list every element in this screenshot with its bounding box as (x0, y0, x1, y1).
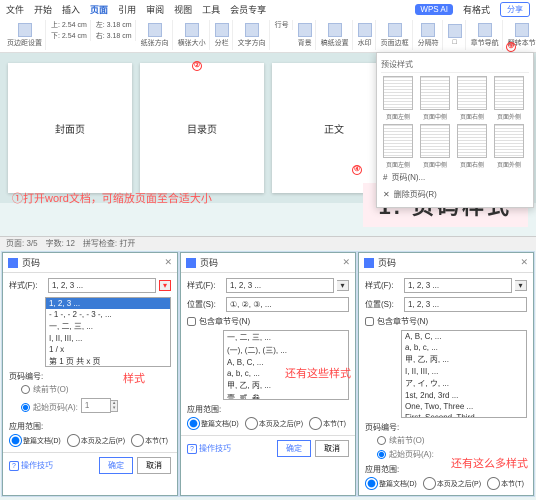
page-thumb[interactable]: 封面页 (8, 63, 132, 193)
continue-radio[interactable] (377, 436, 386, 445)
include-chapter[interactable] (365, 317, 374, 326)
include-chapter[interactable] (187, 317, 196, 326)
menu-review[interactable]: 审阅 (146, 3, 164, 16)
ribbon-margin[interactable]: 上: 2.54 cm下: 2.54 cm (48, 20, 91, 41)
pagenum-dialog-2: 页码✕ 样式(F):1, 2, 3 ...▾ 位置(S):①, ②, ③, ..… (180, 252, 356, 496)
style-thumb[interactable]: 页面左侧 (381, 76, 415, 121)
scope-doc[interactable] (187, 417, 200, 430)
menu-bar: 文件 开始 插入 页面 引用 审阅 视图 工具 会员专享 WPS AI 有格式 … (0, 0, 536, 18)
dialog-title: 页码 (200, 256, 218, 269)
ribbon-break[interactable]: 分隔符 (415, 20, 443, 50)
close-icon[interactable]: ✕ (520, 257, 528, 268)
style-thumb[interactable]: 页面右侧 (455, 124, 489, 169)
pagenum-style-popup: 预设样式 页面左侧 页面中侧 页面右侧 页面外侧 页面左侧 页面中侧 页面右侧 … (376, 52, 534, 208)
start-value[interactable]: 1 (81, 398, 111, 413)
tips-link[interactable]: ?操作技巧 (9, 460, 53, 471)
format-toggle[interactable]: 有格式 (463, 3, 490, 16)
menu-vip[interactable]: 会员专享 (230, 3, 266, 16)
popup-delete-link[interactable]: ✕删除页码(R) (381, 186, 529, 203)
continue-radio[interactable] (21, 385, 30, 394)
style-thumb[interactable]: 页面中侧 (418, 124, 452, 169)
scope-this[interactable] (487, 477, 500, 490)
scope-this[interactable] (309, 417, 322, 430)
close-icon[interactable]: ✕ (164, 257, 172, 268)
step-marker-4: ④ (352, 165, 362, 175)
style-thumb[interactable]: 页面中侧 (418, 76, 452, 121)
format-select[interactable]: 1, 2, 3 ... (404, 278, 512, 293)
ribbon-lineno[interactable]: 行号 (272, 20, 293, 30)
dialog-row: 页码✕ 样式(F):1, 2, 3 ...▾ 1, 2, 3 ...- 1 -,… (0, 252, 536, 496)
ribbon-textdir[interactable]: 文字方向 (235, 20, 270, 50)
annotation-label: 还有这么多样式 (451, 455, 528, 471)
share-button[interactable]: 分享 (500, 2, 530, 17)
scope-after[interactable] (67, 434, 80, 447)
start-radio[interactable] (21, 403, 30, 412)
ribbon-paper[interactable]: 稿纸设置 (318, 20, 353, 50)
style-thumb[interactable]: 页面外侧 (492, 76, 526, 121)
ribbon-watermark[interactable]: 水印 (355, 20, 376, 50)
format-list3[interactable]: A, B, C, ...a, b, c, ...甲, 乙, 丙, ...I, I… (401, 330, 527, 418)
tips-link[interactable]: ?操作技巧 (187, 443, 231, 454)
scope-doc[interactable] (9, 434, 22, 447)
annotation-step1: ①打开word文档，可缩放页面至合适大小 (12, 190, 212, 206)
pagenum-dialog-3: 页码✕ 样式(F):1, 2, 3 ...▾ 位置(S):1, 2, 3 ...… (358, 252, 534, 496)
close-icon[interactable]: ✕ (342, 257, 350, 268)
menu-view[interactable]: 视图 (174, 3, 192, 16)
style-thumb[interactable]: 页面右侧 (455, 76, 489, 121)
annotation-label: 还有这些样式 (285, 365, 351, 381)
dropdown-icon[interactable]: ▾ (515, 280, 527, 291)
scope-this[interactable] (131, 434, 144, 447)
style-grid: 页面左侧 页面中侧 页面右侧 页面外侧 页面左侧 页面中侧 页面右侧 页面外侧 (381, 76, 529, 169)
ribbon-bg[interactable]: 背景 (295, 20, 316, 50)
ribbon-border[interactable]: 页面边框 (378, 20, 413, 50)
dropdown-icon[interactable]: ▾ (337, 280, 349, 291)
ok-button[interactable]: 确定 (277, 440, 311, 457)
menu-file[interactable]: 文件 (6, 3, 24, 16)
ribbon-nav[interactable]: 章节导航 (468, 20, 503, 50)
style-thumb[interactable]: 页面左侧 (381, 124, 415, 169)
wps-ai-badge[interactable]: WPS AI (415, 4, 453, 15)
ribbon-size[interactable]: 横张大小 (175, 20, 210, 50)
dialog-title: 页码 (378, 256, 396, 269)
ribbon-margin2[interactable]: 左: 3.18 cm右: 3.18 cm (93, 20, 136, 41)
style-thumb[interactable]: 页面外侧 (492, 124, 526, 169)
ribbon-cover[interactable]: 页边距设置 (4, 20, 46, 50)
format-select[interactable]: 1, 2, 3 ... (48, 278, 156, 293)
menu-page[interactable]: 页面 (90, 3, 108, 16)
status-bar: 页面: 3/5 字数: 12 拼写检查: 打开 (0, 236, 536, 250)
ribbon-cols[interactable]: 分栏 (212, 20, 233, 50)
word-icon (8, 258, 18, 268)
format-list[interactable]: 1, 2, 3 ...- 1 -, - 2 -, - 3 -, ...一, 二,… (45, 297, 171, 367)
step-marker-2: ② (192, 61, 202, 71)
ribbon-orient[interactable]: 纸张方向 (138, 20, 173, 50)
scope-after[interactable] (423, 477, 436, 490)
format-list[interactable]: ①, ②, ③, ... (226, 297, 349, 312)
spin-down[interactable]: ▾ (111, 406, 118, 411)
menu-home[interactable]: 开始 (34, 3, 52, 16)
word-icon (364, 258, 374, 268)
popup-pagenum-link[interactable]: #页码(N)... (381, 169, 529, 186)
pagenum-dialog-1: 页码✕ 样式(F):1, 2, 3 ...▾ 1, 2, 3 ...- 1 -,… (2, 252, 178, 496)
annotation-label: 样式 (123, 370, 145, 386)
ribbon-sq[interactable]: □ (445, 20, 466, 50)
scope-after[interactable] (245, 417, 258, 430)
popup-header: 预设样式 (381, 57, 529, 73)
dialog-title: 页码 (22, 256, 40, 269)
format-select[interactable]: 1, 2, 3 ... (226, 278, 334, 293)
menu-tools[interactable]: 工具 (202, 3, 220, 16)
cancel-button[interactable]: 取消 (137, 457, 171, 474)
app-window: 文件 开始 插入 页面 引用 审阅 视图 工具 会员专享 WPS AI 有格式 … (0, 0, 536, 53)
start-radio[interactable] (377, 450, 386, 459)
ribbon: 页边距设置 上: 2.54 cm下: 2.54 cm 左: 3.18 cm右: … (0, 18, 536, 52)
menu-ref[interactable]: 引用 (118, 3, 136, 16)
scope-doc[interactable] (365, 477, 378, 490)
word-icon (186, 258, 196, 268)
step-marker-3: ③ (506, 42, 516, 52)
ok-button[interactable]: 确定 (99, 457, 133, 474)
menu-insert[interactable]: 插入 (62, 3, 80, 16)
dropdown-icon[interactable]: ▾ (159, 280, 171, 291)
page-thumb[interactable]: 目录页 (140, 63, 264, 193)
cancel-button[interactable]: 取消 (315, 440, 349, 457)
pos-select[interactable]: 1, 2, 3 ... (404, 297, 527, 312)
